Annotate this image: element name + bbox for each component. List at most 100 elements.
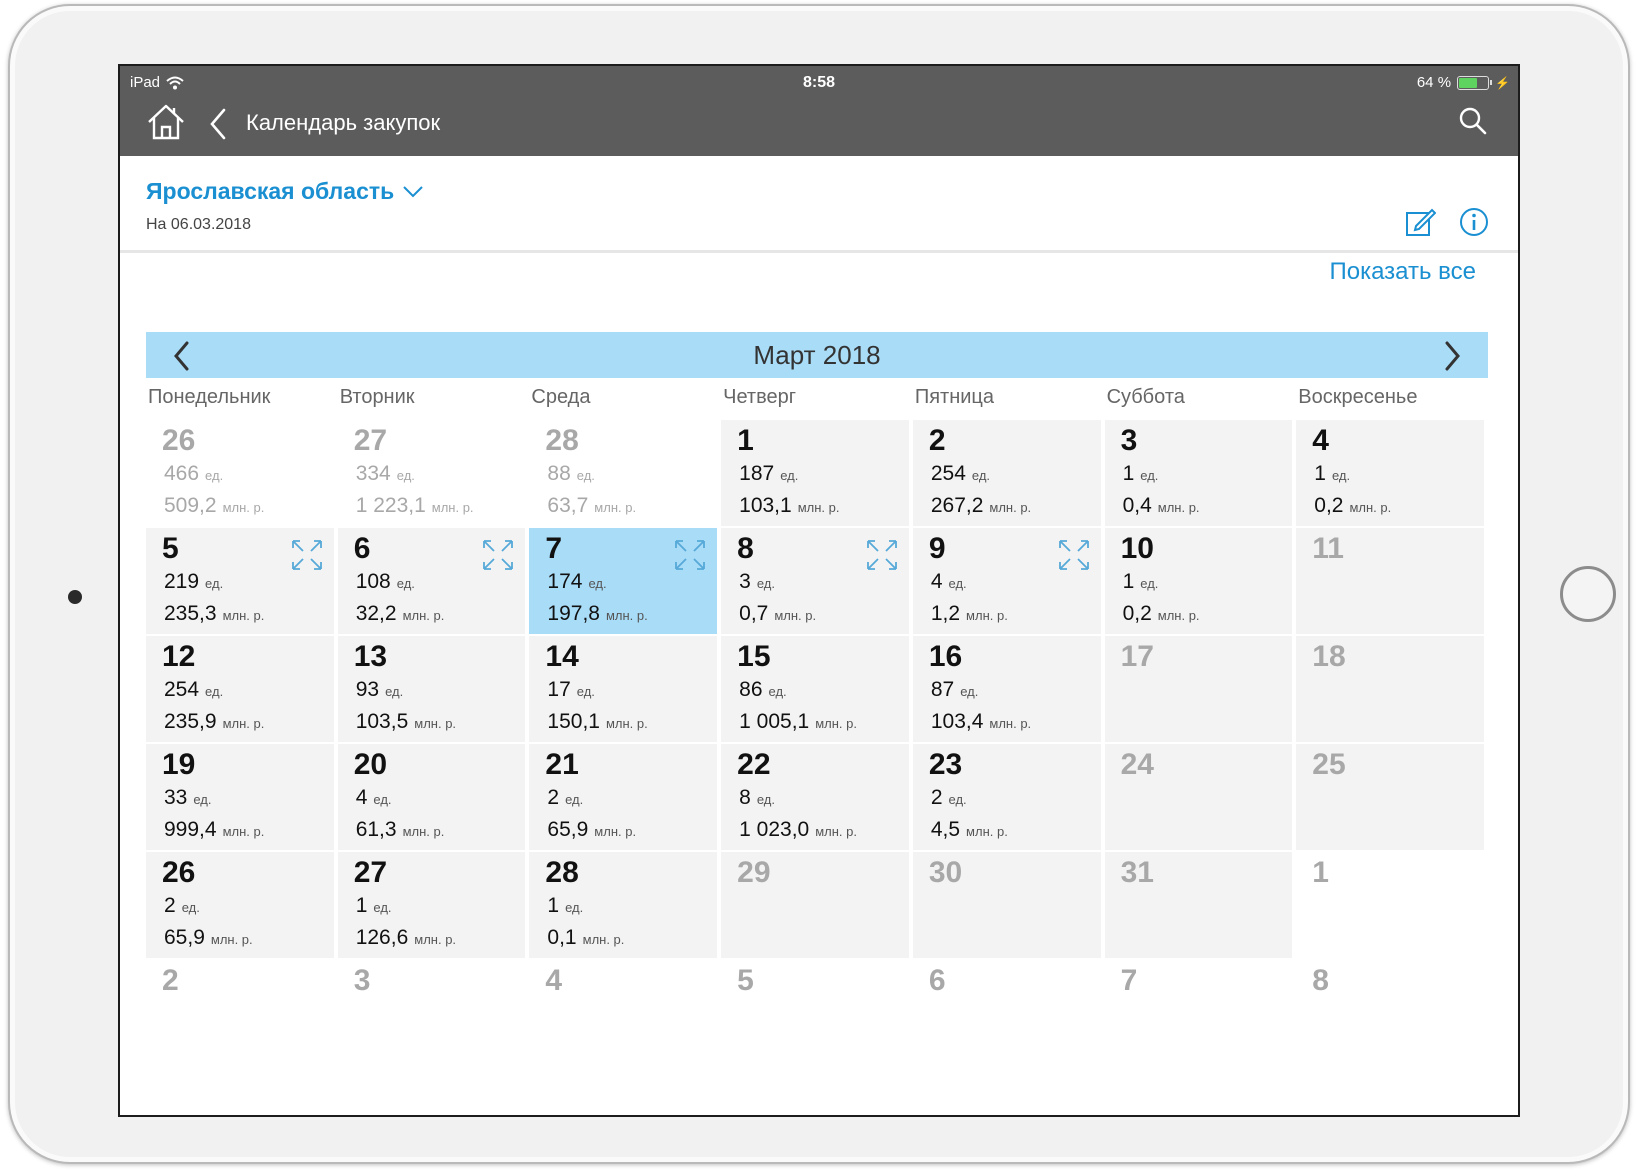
sum-value: 63,7 bbox=[547, 494, 589, 517]
count-value: 33 bbox=[164, 786, 188, 809]
calendar-day[interactable]: 14 17 ед. 150,1 млн. р. bbox=[529, 636, 718, 742]
day-number: 25 bbox=[1312, 748, 1346, 781]
calendar-day[interactable]: 26 2 ед. 65,9 млн. р. bbox=[146, 852, 334, 958]
home-icon[interactable] bbox=[146, 102, 186, 142]
calendar-day[interactable]: 15 86 ед. 1 005,1 млн. р. bbox=[721, 636, 909, 742]
calendar-day[interactable]: 9 4 ед. 1,2 млн. р. bbox=[912, 528, 1101, 634]
calendar-day[interactable]: 28 1 ед. 0,1 млн. р. bbox=[529, 852, 718, 958]
count-unit: ед. bbox=[565, 900, 584, 915]
count-value: 17 bbox=[547, 678, 571, 701]
purchase-sum: 65,9 млн. р. bbox=[547, 818, 636, 842]
expand-icon[interactable] bbox=[481, 538, 515, 572]
calendar-day[interactable]: 10 1 ед. 0,2 млн. р. bbox=[1104, 528, 1293, 634]
purchase-count: 1 ед. bbox=[1123, 570, 1159, 594]
calendar-day[interactable]: 8 bbox=[1296, 960, 1484, 1066]
calendar-day[interactable]: 3 bbox=[338, 960, 526, 1066]
sum-unit: млн. р. bbox=[1157, 500, 1200, 515]
info-icon[interactable] bbox=[1458, 206, 1490, 238]
purchase-sum: 0,2 млн. р. bbox=[1314, 494, 1391, 518]
calendar-day[interactable]: 6 108 ед. 32,2 млн. р. bbox=[337, 528, 526, 634]
calendar-day[interactable]: 7 bbox=[1105, 960, 1293, 1066]
day-number: 16 bbox=[928, 640, 963, 673]
calendar-day[interactable]: 20 4 ед. 61,3 млн. р. bbox=[337, 744, 526, 850]
day-number: 5 bbox=[162, 532, 179, 565]
sum-unit: млн. р. bbox=[414, 932, 457, 947]
sum-value: 0,4 bbox=[1122, 494, 1152, 517]
calendar-day[interactable]: 4 1 ед. 0,2 млн. р. bbox=[1296, 420, 1484, 526]
sum-unit: млн. р. bbox=[797, 500, 840, 515]
sum-unit: млн. р. bbox=[594, 500, 637, 515]
calendar-day[interactable]: 17 bbox=[1104, 636, 1293, 742]
expand-icon[interactable] bbox=[1057, 538, 1091, 572]
calendar-day[interactable]: 27 334 ед. 1 223,1 млн. р. bbox=[338, 420, 526, 526]
sum-value: 267,2 bbox=[930, 494, 984, 517]
calendar-day[interactable]: 8 3 ед. 0,7 млн. р. bbox=[721, 528, 909, 634]
calendar-day[interactable]: 4 bbox=[529, 960, 717, 1066]
calendar-day[interactable]: 25 bbox=[1296, 744, 1484, 850]
count-unit: ед. bbox=[205, 684, 224, 699]
calendar-day[interactable]: 22 8 ед. 1 023,0 млн. р. bbox=[721, 744, 909, 850]
calendar-day[interactable]: 29 bbox=[721, 852, 909, 958]
sum-unit: млн. р. bbox=[966, 608, 1008, 623]
purchase-sum: 1 005,1 млн. р. bbox=[739, 710, 857, 734]
calendar-day[interactable]: 19 33 ед. 999,4 млн. р. bbox=[146, 744, 334, 850]
calendar-day[interactable]: 5 bbox=[721, 960, 909, 1066]
day-number: 6 bbox=[928, 964, 946, 997]
month-title: Март 2018 bbox=[753, 339, 881, 370]
day-number: 28 bbox=[545, 856, 579, 889]
search-icon[interactable] bbox=[1458, 106, 1488, 136]
calendar-day[interactable]: 16 87 ед. 103,4 млн. р. bbox=[912, 636, 1101, 742]
expand-icon[interactable] bbox=[865, 538, 899, 572]
sum-unit: млн. р. bbox=[989, 716, 1032, 731]
show-all-link[interactable]: Показать все bbox=[1329, 258, 1476, 286]
calendar-day[interactable]: 24 bbox=[1104, 744, 1293, 850]
next-month-chevron-icon[interactable] bbox=[1442, 340, 1462, 372]
calendar-day[interactable]: 5 219 ед. 235,3 млн. р. bbox=[146, 528, 334, 634]
count-value: 2 bbox=[164, 894, 176, 917]
app-screen: iPad 8:58 64 % ⚡ Календарь закупок Яросл… bbox=[118, 64, 1520, 1117]
calendar-day[interactable]: 1 bbox=[1296, 852, 1484, 958]
calendar-day[interactable]: 1 187 ед. 103,1 млн. р. bbox=[721, 420, 909, 526]
calendar-day[interactable]: 23 2 ед. 4,5 млн. р. bbox=[912, 744, 1101, 850]
calendar-day[interactable]: 2 bbox=[146, 960, 334, 1066]
prev-month-chevron-icon[interactable] bbox=[172, 340, 192, 372]
battery-icon bbox=[1457, 75, 1493, 90]
purchase-sum: 509,2 млн. р. bbox=[164, 494, 264, 518]
region-selector[interactable]: Ярославская область bbox=[146, 178, 424, 205]
calendar-day[interactable]: 30 bbox=[912, 852, 1101, 958]
calendar-day[interactable]: 13 93 ед. 103,5 млн. р. bbox=[337, 636, 526, 742]
calendar-day[interactable]: 6 bbox=[913, 960, 1101, 1066]
count-value: 87 bbox=[930, 678, 955, 701]
day-number: 8 bbox=[1312, 964, 1329, 997]
day-number: 27 bbox=[353, 856, 388, 889]
count-unit: ед. bbox=[1140, 576, 1159, 591]
calendar-day[interactable]: 12 254 ед. 235,9 млн. р. bbox=[146, 636, 334, 742]
sum-value: 61,3 bbox=[355, 818, 397, 841]
calendar-day[interactable]: 31 bbox=[1104, 852, 1293, 958]
calendar-day[interactable]: 3 1 ед. 0,4 млн. р. bbox=[1104, 420, 1293, 526]
day-number: 8 bbox=[737, 532, 754, 565]
calendar-day[interactable]: 27 1 ед. 126,6 млн. р. bbox=[337, 852, 526, 958]
day-number: 15 bbox=[737, 640, 771, 673]
sum-value: 509,2 bbox=[164, 494, 217, 517]
edit-icon[interactable] bbox=[1404, 206, 1436, 238]
calendar-day[interactable]: 18 bbox=[1296, 636, 1484, 742]
back-chevron-icon[interactable] bbox=[206, 106, 230, 142]
calendar-day[interactable]: 21 2 ед. 65,9 млн. р. bbox=[529, 744, 718, 850]
day-number: 28 bbox=[545, 424, 579, 457]
count-unit: ед. bbox=[756, 792, 775, 807]
calendar-day[interactable]: 2 254 ед. 267,2 млн. р. bbox=[912, 420, 1101, 526]
calendar-day-selected[interactable]: 7 174 ед. 197,8 млн. р. bbox=[529, 528, 718, 634]
purchase-sum: 235,9 млн. р. bbox=[164, 710, 264, 734]
battery-percent: 64 % bbox=[1416, 74, 1452, 91]
sum-value: 103,4 bbox=[930, 710, 984, 733]
hardware-home-button[interactable] bbox=[1560, 566, 1616, 622]
count-value: 254 bbox=[164, 678, 200, 701]
expand-icon[interactable] bbox=[290, 538, 324, 572]
calendar-day[interactable]: 28 88 ед. 63,7 млн. р. bbox=[529, 420, 717, 526]
day-number: 9 bbox=[928, 532, 946, 565]
count-value: 2 bbox=[547, 786, 560, 809]
expand-icon[interactable] bbox=[673, 538, 707, 572]
calendar-day[interactable]: 26 466 ед. 509,2 млн. р. bbox=[146, 420, 334, 526]
calendar-day[interactable]: 11 bbox=[1296, 528, 1484, 634]
